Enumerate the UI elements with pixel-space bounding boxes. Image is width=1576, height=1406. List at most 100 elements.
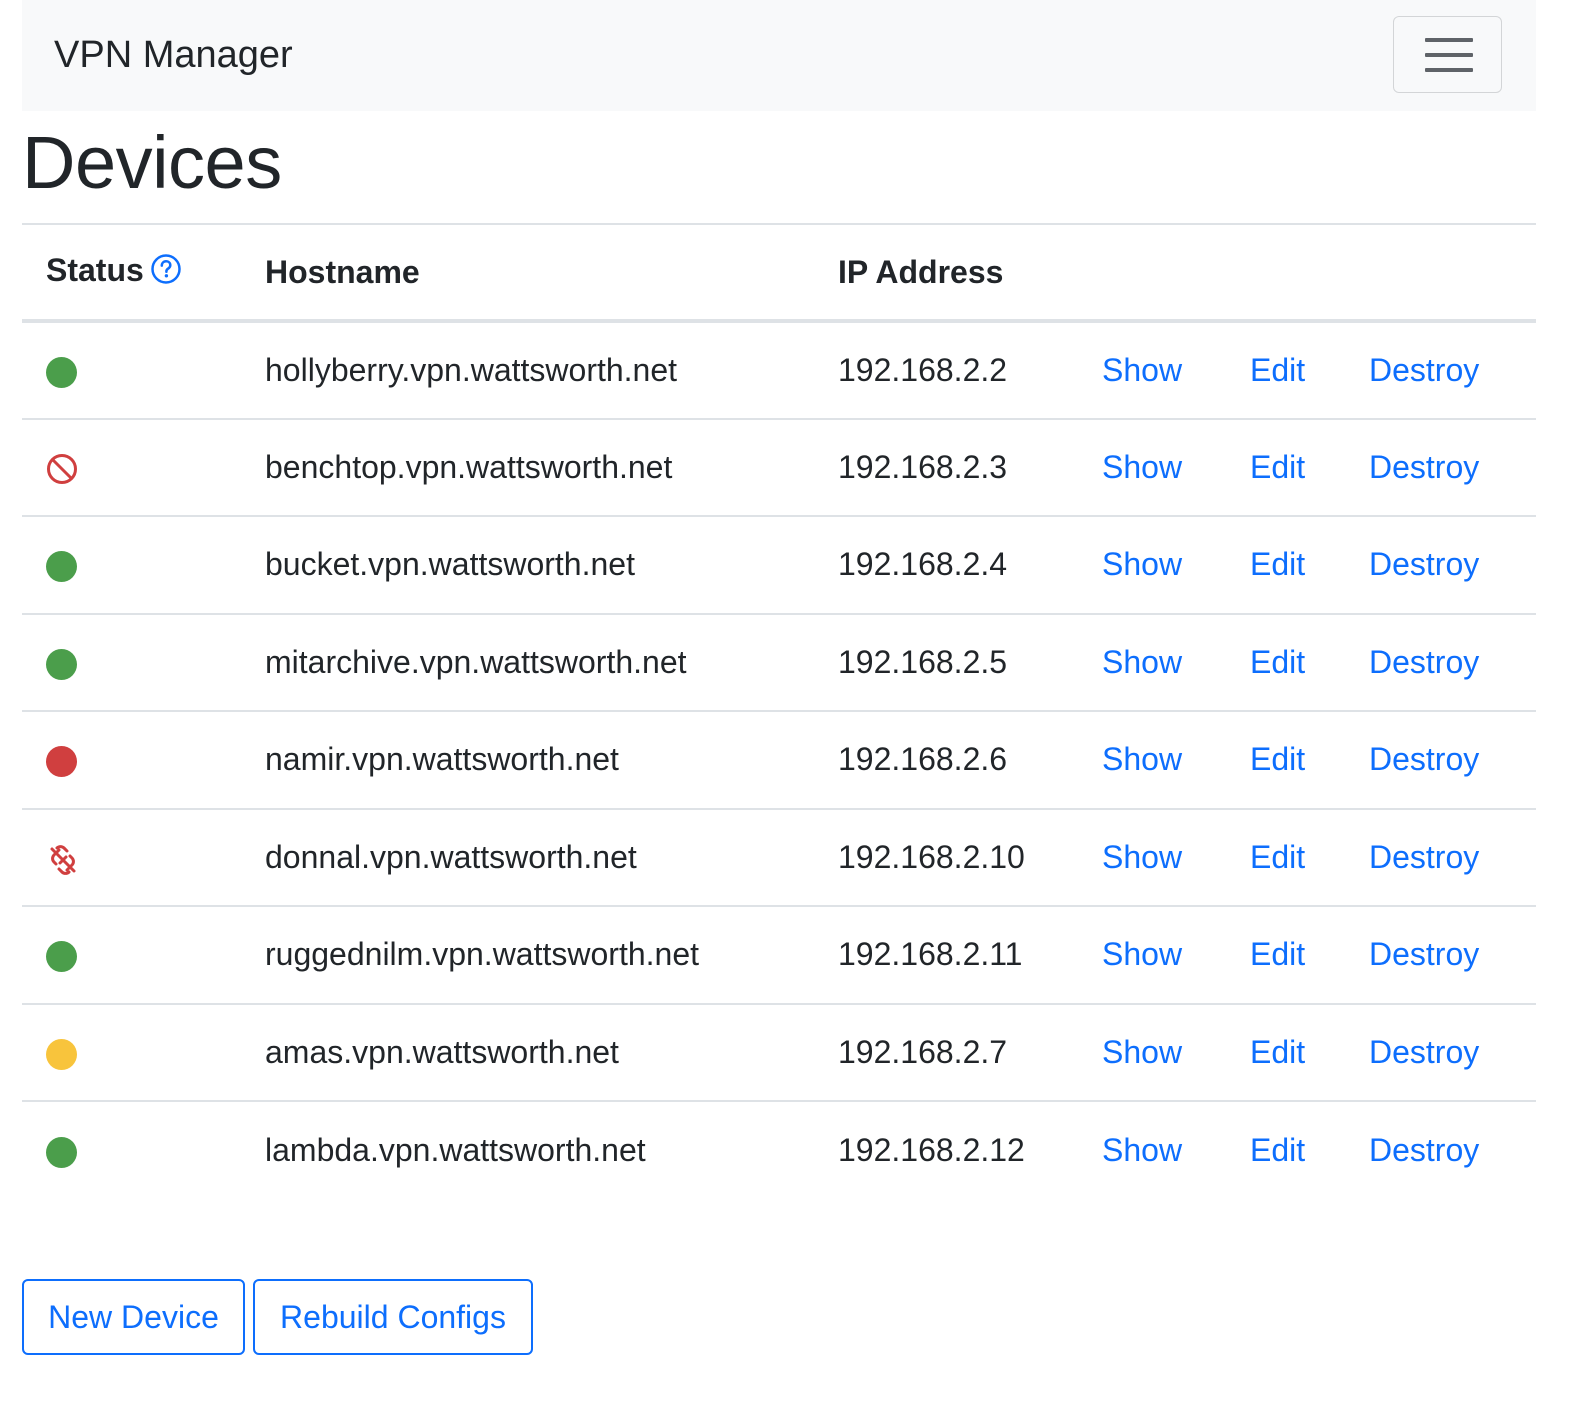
- status-cell: [22, 321, 265, 419]
- show-cell: Show: [1102, 516, 1250, 614]
- broken-link-icon: [46, 843, 78, 876]
- ip-address-cell: 192.168.2.12: [838, 1131, 1025, 1168]
- destroy-cell: Destroy: [1369, 809, 1536, 907]
- destroy-cell: Destroy: [1369, 906, 1536, 1004]
- show-cell: Show: [1102, 906, 1250, 1004]
- hostname-cell: mitarchive.vpn.wattsworth.net: [265, 643, 687, 680]
- destroy-link[interactable]: Destroy: [1369, 741, 1479, 777]
- table-header-row: Status Hostname IP Address: [22, 224, 1536, 321]
- show-link[interactable]: Show: [1102, 1132, 1182, 1168]
- table-row: bucket.vpn.wattsworth.net 192.168.2.4 Show…: [22, 516, 1536, 614]
- table-row: hollyberry.vpn.wattsworth.net 192.168.2.2…: [22, 321, 1536, 419]
- destroy-cell: Destroy: [1369, 1101, 1536, 1199]
- show-link[interactable]: Show: [1102, 352, 1182, 388]
- destroy-cell: Destroy: [1369, 711, 1536, 809]
- edit-cell: Edit: [1250, 1004, 1369, 1102]
- status-header-label: Status: [46, 251, 144, 288]
- status-warning-icon: [46, 1038, 77, 1070]
- navbar: VPN Manager: [22, 0, 1536, 111]
- edit-link[interactable]: Edit: [1250, 1132, 1305, 1168]
- edit-link[interactable]: Edit: [1250, 741, 1305, 777]
- edit-column-header: [1250, 224, 1369, 321]
- navbar-brand[interactable]: VPN Manager: [54, 32, 293, 78]
- destroy-link[interactable]: Destroy: [1369, 546, 1479, 582]
- status-online-icon: [46, 648, 77, 680]
- status-cell: [22, 614, 265, 712]
- table-row: benchtop.vpn.wattsworth.net 192.168.2.3 Sh…: [22, 418, 1536, 517]
- destroy-cell: Destroy: [1369, 321, 1536, 419]
- ip-address-cell: 192.168.2.5: [838, 643, 1008, 680]
- destroy-link[interactable]: Destroy: [1369, 1034, 1479, 1070]
- status-disabled-icon: [46, 453, 78, 485]
- show-link[interactable]: Show: [1102, 449, 1182, 485]
- destroy-link[interactable]: Destroy: [1369, 644, 1479, 680]
- edit-cell: Edit: [1250, 711, 1369, 809]
- ip-address-cell: 192.168.2.2: [838, 351, 1008, 388]
- ip-column-header: IP Address: [838, 253, 1004, 290]
- destroy-link[interactable]: Destroy: [1369, 352, 1479, 388]
- destroy-column-header: [1369, 224, 1536, 321]
- status-cell: [22, 419, 265, 517]
- hostname-cell: bucket.vpn.wattsworth.net: [265, 546, 635, 583]
- hostname-cell: donnal.vpn.wattsworth.net: [265, 838, 637, 875]
- question-circle-icon[interactable]: [150, 253, 182, 293]
- status-online-icon: [46, 356, 77, 388]
- destroy-link[interactable]: Destroy: [1369, 1132, 1479, 1168]
- show-link[interactable]: Show: [1102, 936, 1182, 972]
- rebuild-configs-button[interactable]: Rebuild Configs: [253, 1279, 533, 1355]
- hostname-cell: amas.vpn.wattsworth.net: [265, 1033, 619, 1070]
- page-title: Devices: [22, 121, 282, 204]
- show-link[interactable]: Show: [1102, 839, 1182, 875]
- new-device-button[interactable]: New Device: [22, 1279, 245, 1355]
- edit-link[interactable]: Edit: [1250, 1034, 1305, 1070]
- navbar-toggler-button[interactable]: [1393, 16, 1502, 93]
- destroy-cell: Destroy: [1369, 614, 1536, 712]
- table-row: amas.vpn.wattsworth.net 192.168.2.7 Show Ed…: [22, 1003, 1536, 1102]
- edit-link[interactable]: Edit: [1250, 644, 1305, 680]
- destroy-link[interactable]: Destroy: [1369, 449, 1479, 485]
- edit-cell: Edit: [1250, 321, 1369, 419]
- status-offline-icon: [46, 746, 77, 778]
- show-cell: Show: [1102, 321, 1250, 419]
- ip-address-cell: 192.168.2.4: [838, 546, 1008, 583]
- hostname-cell: benchtop.vpn.wattsworth.net: [265, 448, 673, 485]
- hostname-cell: lambda.vpn.wattsworth.net: [265, 1131, 646, 1168]
- ip-address-cell: 192.168.2.7: [838, 1033, 1008, 1070]
- status-cell: [22, 906, 265, 1004]
- edit-link[interactable]: Edit: [1250, 449, 1305, 485]
- status-cell: [22, 516, 265, 614]
- show-cell: Show: [1102, 809, 1250, 907]
- show-cell: Show: [1102, 419, 1250, 517]
- destroy-link[interactable]: Destroy: [1369, 936, 1479, 972]
- edit-cell: Edit: [1250, 809, 1369, 907]
- edit-cell: Edit: [1250, 906, 1369, 1004]
- show-link[interactable]: Show: [1102, 546, 1182, 582]
- destroy-cell: Destroy: [1369, 419, 1536, 517]
- show-link[interactable]: Show: [1102, 741, 1182, 777]
- edit-link[interactable]: Edit: [1250, 352, 1305, 388]
- show-column-header: [1102, 224, 1250, 321]
- destroy-link[interactable]: Destroy: [1369, 839, 1479, 875]
- edit-link[interactable]: Edit: [1250, 546, 1305, 582]
- destroy-cell: Destroy: [1369, 1004, 1536, 1102]
- status-online-icon: [46, 1136, 77, 1168]
- table-row: donnal.vpn.wattsworth.net 192.168.2.10 Sho…: [22, 808, 1536, 907]
- status-cell: [22, 1004, 265, 1102]
- edit-link[interactable]: Edit: [1250, 839, 1305, 875]
- edit-link[interactable]: Edit: [1250, 936, 1305, 972]
- show-link[interactable]: Show: [1102, 1034, 1182, 1070]
- edit-cell: Edit: [1250, 516, 1369, 614]
- show-cell: Show: [1102, 614, 1250, 712]
- show-cell: Show: [1102, 1101, 1250, 1199]
- ip-address-cell: 192.168.2.10: [838, 838, 1025, 875]
- show-cell: Show: [1102, 1004, 1250, 1102]
- show-link[interactable]: Show: [1102, 644, 1182, 680]
- status-cell: [22, 809, 265, 907]
- table-header: Status Hostname IP Address: [22, 224, 1536, 321]
- show-cell: Show: [1102, 711, 1250, 809]
- table-row: mitarchive.vpn.wattsworth.net 192.168.2.5…: [22, 613, 1536, 712]
- ip-address-cell: 192.168.2.6: [838, 741, 1008, 778]
- hostname-column-header: Hostname: [265, 253, 420, 290]
- ip-address-cell: 192.168.2.3: [838, 448, 1008, 485]
- table-row: lambda.vpn.wattsworth.net 192.168.2.12 Sho…: [22, 1101, 1536, 1199]
